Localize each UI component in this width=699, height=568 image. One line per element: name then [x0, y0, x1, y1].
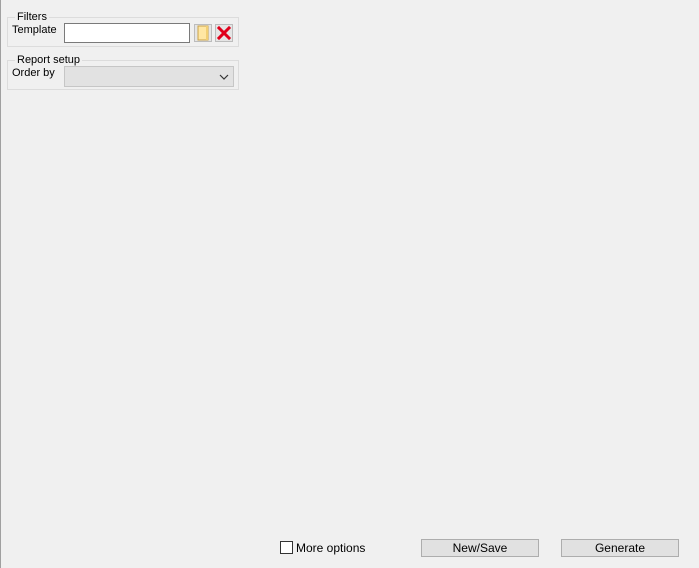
- chevron-down-icon: [219, 74, 229, 80]
- clear-template-button[interactable]: [215, 24, 233, 42]
- browse-template-button[interactable]: [194, 24, 212, 42]
- folder-icon: [197, 25, 209, 41]
- new-save-button[interactable]: New/Save: [421, 539, 539, 557]
- template-input[interactable]: [64, 23, 190, 43]
- template-label: Template: [12, 24, 57, 36]
- generate-button[interactable]: Generate: [561, 539, 679, 557]
- filters-group-title: Filters: [15, 11, 49, 24]
- window-left-border: [0, 0, 1, 568]
- more-options-checkbox[interactable]: [280, 541, 293, 554]
- close-icon: [216, 25, 232, 41]
- order-by-label: Order by: [12, 67, 55, 79]
- order-by-select[interactable]: [64, 66, 234, 87]
- more-options-label[interactable]: More options: [296, 542, 365, 555]
